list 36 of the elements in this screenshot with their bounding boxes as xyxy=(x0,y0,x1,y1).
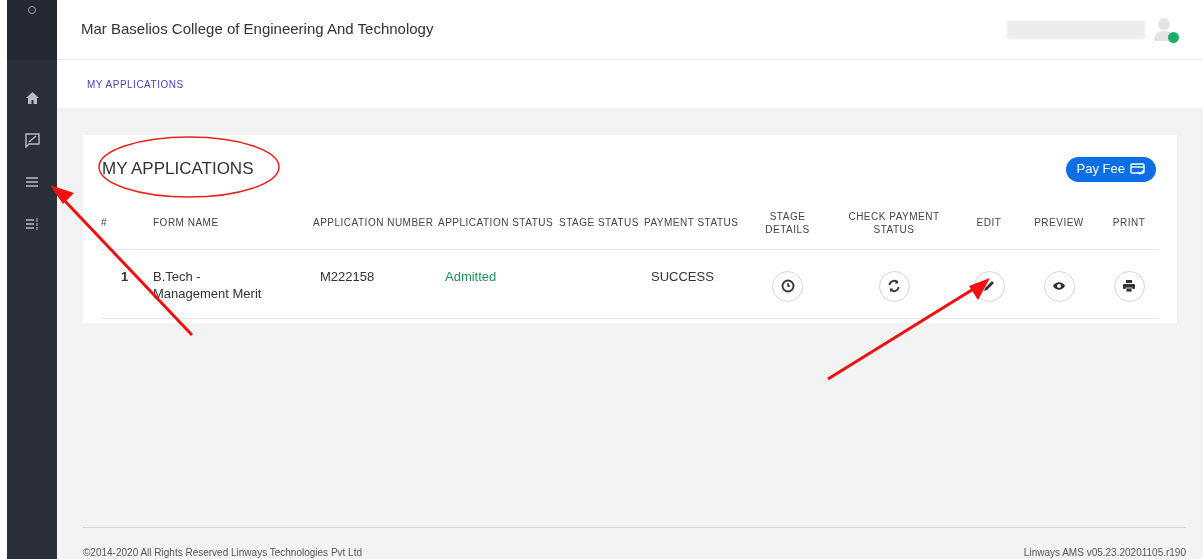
payment-status: SUCCESS xyxy=(651,268,714,284)
version-text: Linways AMS v05.23.20201105.r190 xyxy=(1023,548,1186,558)
copyright-text: ©2014-2020 All Rights Reserved Linways Technologies Pvt Ltd xyxy=(83,548,362,558)
pencil-icon xyxy=(982,279,996,293)
column-header: EDIT xyxy=(959,197,1019,249)
panel-title: MY APPLICATIONS xyxy=(101,158,254,181)
column-header: PREVIEW xyxy=(1019,197,1099,249)
column-header: # xyxy=(101,197,153,249)
eye-icon xyxy=(1052,279,1066,293)
breadcrumb-link[interactable]: MY APPLICATIONS xyxy=(87,76,184,92)
card-check-icon xyxy=(1130,163,1145,175)
check-payment-button[interactable] xyxy=(878,270,910,302)
home-icon[interactable] xyxy=(25,92,39,104)
column-header: APPLICATION STATUS xyxy=(438,197,559,249)
preview-button[interactable] xyxy=(1043,270,1075,302)
column-header: PRINT xyxy=(1099,197,1159,249)
form-name: B.Tech - Management Merit xyxy=(153,268,262,301)
column-header: FORM NAME xyxy=(153,197,313,249)
print-button[interactable] xyxy=(1113,270,1145,302)
numbered-list-icon[interactable] xyxy=(25,218,39,230)
college-name: Mar Baselios College of Engineering And Technology xyxy=(81,19,434,40)
clock-icon xyxy=(780,279,795,293)
stage-details-button[interactable] xyxy=(772,270,803,302)
chart-icon[interactable] xyxy=(24,132,40,148)
printer-icon xyxy=(1122,279,1136,293)
row-index: 1 xyxy=(121,268,129,284)
menu-icon[interactable] xyxy=(26,177,38,187)
application-status: Admitted xyxy=(445,268,497,284)
column-header: PAYMENT STATUS xyxy=(644,197,746,249)
pay-fee-button[interactable]: Pay Fee xyxy=(1065,156,1156,182)
application-number: M222158 xyxy=(320,268,375,284)
column-header: CHECK PAYMENT STATUS xyxy=(829,197,959,249)
refresh-icon xyxy=(887,279,901,293)
column-header: STAGE DETAILS xyxy=(746,197,829,249)
column-header: STAGE STATUS xyxy=(559,197,644,249)
column-header: APPLICATION NUMBER xyxy=(313,197,438,249)
